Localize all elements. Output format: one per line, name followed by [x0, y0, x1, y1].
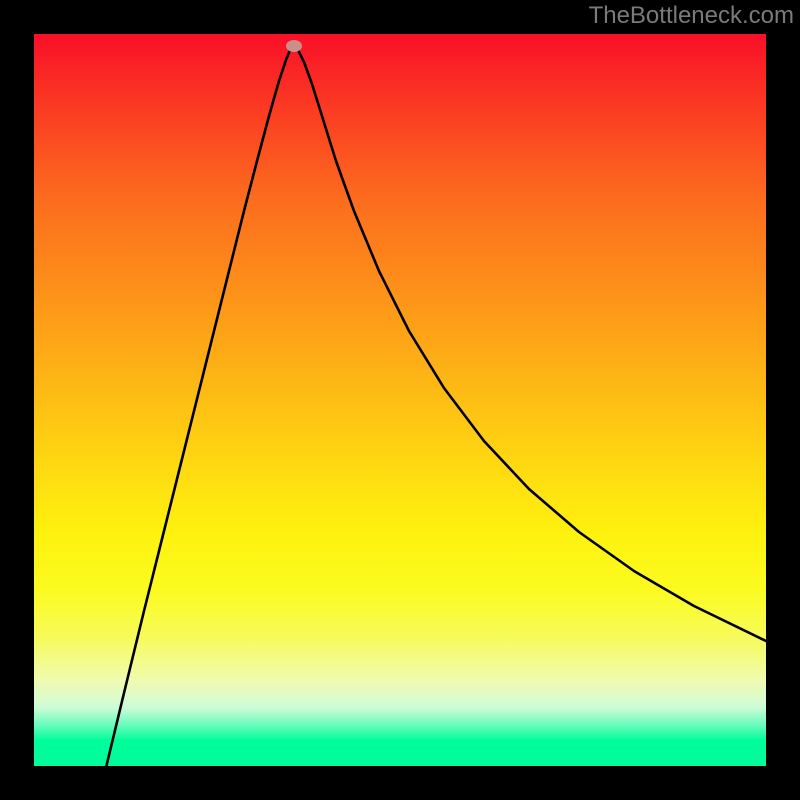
chart-svg: [34, 34, 766, 766]
plot-area: [34, 34, 766, 766]
minimum-marker: [286, 40, 302, 52]
bottleneck-curve: [104, 46, 766, 766]
watermark-text: TheBottleneck.com: [589, 2, 794, 30]
chart-frame: TheBottleneck.com: [0, 0, 800, 800]
